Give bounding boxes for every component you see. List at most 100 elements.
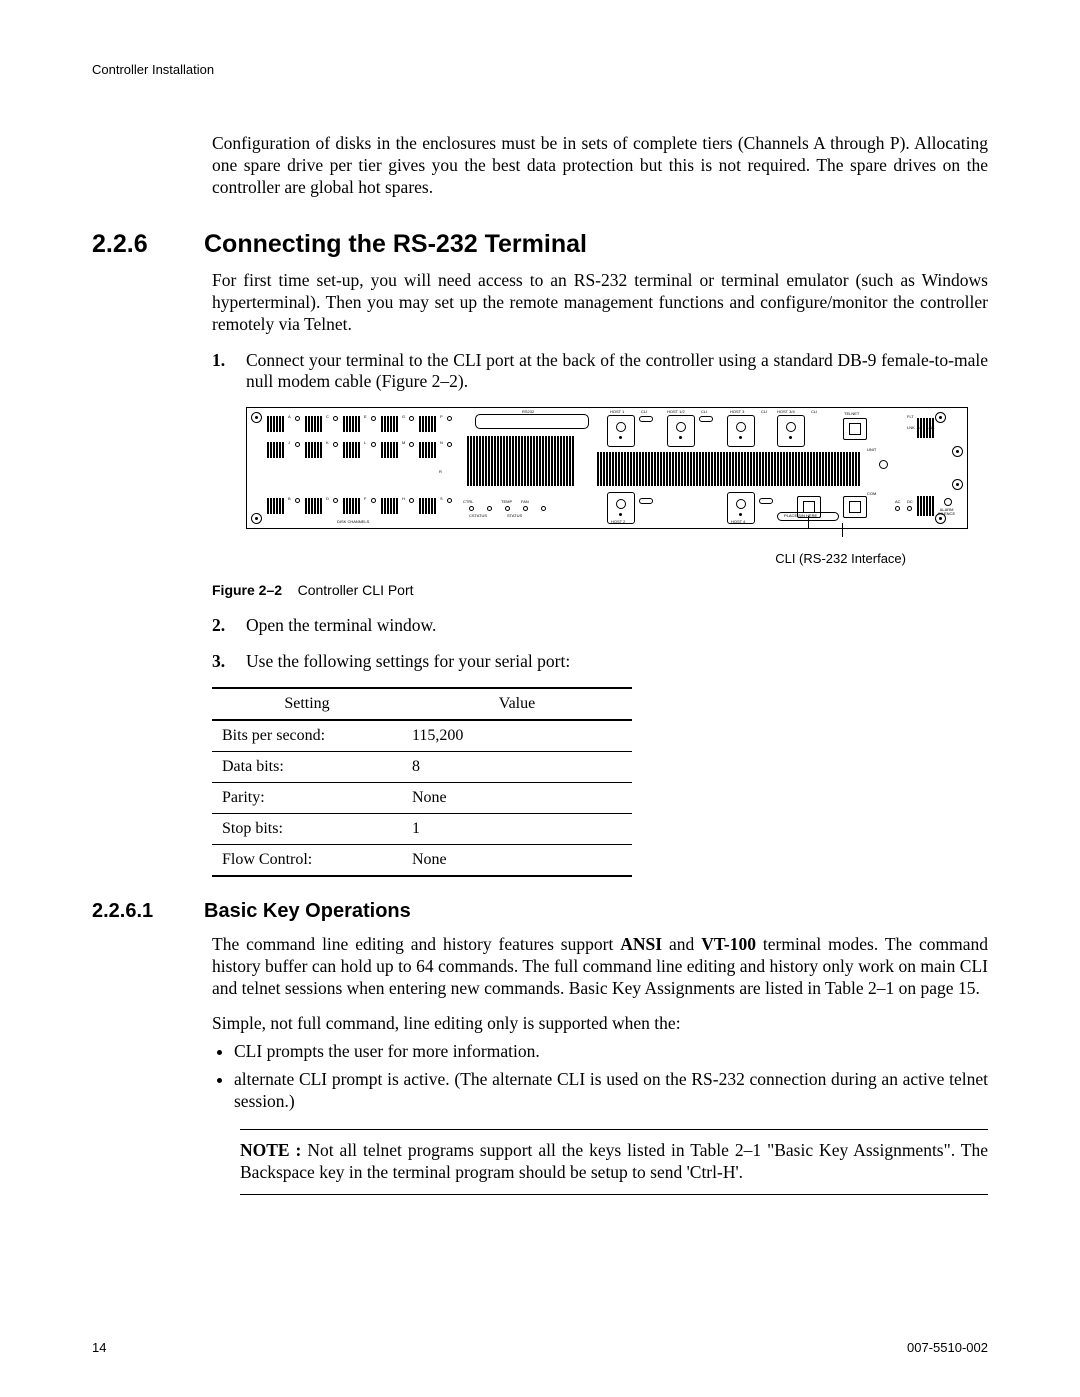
table-row: Data bits:8 [212,751,632,782]
cell-setting: Parity: [212,782,402,813]
channel-bars [343,416,360,432]
step-text: Use the following settings for your seri… [246,651,988,673]
note-text: Not all telnet programs support all the … [240,1140,988,1182]
cell-value: 8 [402,751,632,782]
led-dot [505,506,510,511]
led-dot [541,506,546,511]
cell-value: None [402,782,632,813]
label-m: M [402,441,405,445]
channel-bars [305,442,322,458]
text: The command line editing and history fea… [212,934,620,954]
host12-port [667,415,695,447]
vent-bars [597,452,860,486]
label-alarm-silence: ALARM SILENCE [938,508,955,516]
intro-paragraph: Configuration of disks in the enclosures… [212,133,988,199]
figure-label-bold: Figure 2–2 [212,582,282,598]
led-dot [447,498,452,503]
label-fan: FAN [521,500,529,504]
host34-port [777,415,805,447]
channel-bars [419,416,436,432]
label-cli: CLI [761,410,767,414]
list-item: CLI prompts the user for more informatio… [234,1041,988,1063]
cell-value: None [402,844,632,876]
step-text: Open the terminal window. [246,615,988,637]
note-block: NOTE : Not all telnet programs support a… [240,1129,988,1195]
step-number: 1. [212,350,246,394]
body-column: Configuration of disks in the enclosures… [212,133,988,1195]
led-dot [907,506,912,511]
channel-bars [419,498,436,514]
page-number: 14 [92,1340,106,1355]
label-n: N [440,441,443,445]
cli-leds [699,416,713,422]
led-dot [409,442,414,447]
subsection-heading: 2.2.6.1 Basic Key Operations [92,899,988,924]
label-dc: DC [907,500,913,504]
channel-bars [419,442,436,458]
step-text: Connect your terminal to the CLI port at… [246,350,988,394]
step-2: 2. Open the terminal window. [212,615,988,637]
screw-icon [952,479,963,490]
screw-icon [251,513,262,524]
table-row: Bits per second:115,200 [212,720,632,752]
host3-port [727,415,755,447]
label-flt: FLT [907,415,914,419]
term-vt100: VT-100 [701,934,756,954]
channel-bars [267,416,284,432]
steps-list: 1. Connect your terminal to the CLI port… [212,350,988,394]
figure-caption: Figure 2–2 Controller CLI Port [212,582,988,600]
label-cli: CLI [641,410,647,414]
label-unit: UNIT [867,448,876,452]
label-disk-channels: DISK CHANNELS [337,520,369,524]
bullet-list: CLI prompts the user for more informatio… [212,1041,988,1113]
channel-bars [381,442,398,458]
cell-setting: Data bits: [212,751,402,782]
step-3: 3. Use the following settings for your s… [212,651,988,673]
channel-bars [267,442,284,458]
label-rs232: RS232 [522,410,534,414]
led-dot [879,460,888,469]
label-j: J [288,441,290,445]
section-number: 2.2.6 [92,229,174,260]
document-number: 007-5510-002 [907,1340,988,1355]
running-head: Controller Installation [92,62,988,77]
term-ansi: ANSI [620,934,662,954]
label-c: C [326,415,329,419]
subsection-number: 2.2.6.1 [92,899,174,924]
channel-bars [381,498,398,514]
step-number: 2. [212,615,246,637]
led-dot [523,506,528,511]
display-window [475,414,589,429]
page: Controller Installation Configuration of… [0,0,1080,1397]
figure-label-text: Controller CLI Port [298,582,414,598]
cli-leds [639,498,653,504]
cell-value: 1 [402,813,632,844]
label-host34: HOST 3/4 [777,410,795,414]
led-dot [409,416,414,421]
label-host12: HOST 1/2 [667,410,685,414]
led-dot [295,498,300,503]
label-s: S [440,497,443,501]
table-header-row: Setting Value [212,688,632,720]
channel-bars [305,498,322,514]
section-title: Connecting the RS-232 Terminal [204,230,587,258]
led-dot [295,442,300,447]
screw-icon [935,412,946,423]
led-dot [333,442,338,447]
channel-bars [343,442,360,458]
serial-settings-table: Setting Value Bits per second:115,200 Da… [212,687,632,877]
label-p: P [440,415,443,419]
label-temp: TEMP [501,500,512,504]
table-row: Parity:None [212,782,632,813]
text: and [662,934,701,954]
channel-bars [267,498,284,514]
subsection-paragraph-1: The command line editing and history fea… [212,934,988,1000]
cell-setting: Flow Control: [212,844,402,876]
subsection-title: Basic Key Operations [204,900,411,922]
com-port [843,496,867,518]
channel-bars [343,498,360,514]
note-label: NOTE : [240,1140,301,1160]
cli-leds [759,498,773,504]
label-k: K [326,441,329,445]
label-com: COM [867,492,876,496]
